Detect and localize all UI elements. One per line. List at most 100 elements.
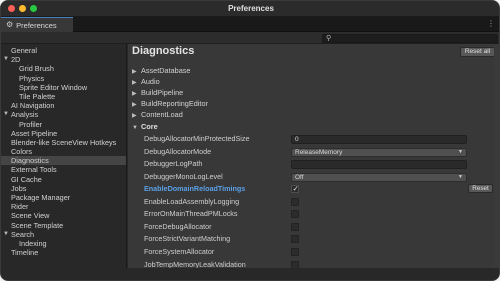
reset-setting-button[interactable]: Reset [468,184,493,194]
tab-preferences[interactable]: ⚙ Preferences [1,17,73,32]
dropdown[interactable]: ReleaseMemory ▼ [291,147,467,157]
sidebar-item-label: Blender-like SceneView Hotkeys [11,137,117,147]
chevron-down-icon[interactable]: ▼ [3,110,9,119]
sidebar-item-label: Scene Template [11,220,64,230]
setting-row: DebuggerMonoLogLevel Off ▼ [128,171,499,184]
settings-group[interactable]: ▶ ContentLoad [132,109,183,120]
sidebar-item-label: External Tools [11,165,57,175]
sidebar-item[interactable]: ▼ Analysis [1,110,126,119]
more-vertical-icon[interactable]: ⋮ [487,20,495,28]
sidebar-item-label: Timeline [11,248,39,258]
setting-label: ForceSystemAllocator [144,246,215,256]
page-title: Diagnostics [132,45,195,57]
sidebar-item-label: Rider [11,202,29,212]
settings-group[interactable]: ▶ BuildPipeline [132,87,183,98]
sidebar-item-label: Asset Pipeline [11,128,58,138]
checkbox[interactable] [291,222,299,231]
sidebar-item[interactable]: Grid Brush [1,64,126,73]
sidebar-item[interactable]: Blender-like SceneView Hotkeys [1,138,126,147]
vertical-scrollbar[interactable] [494,44,499,268]
setting-row: DebugAllocatorMinProtectedSize 0 [128,133,499,146]
checkbox[interactable] [291,260,299,268]
settings-panel: Diagnostics Reset all ▶ AssetDatabase ▶ Aud… [128,44,499,269]
sidebar-item[interactable]: Scene Template [1,221,126,230]
sidebar-item[interactable]: Physics [1,74,126,83]
setting-label: JobTempMemoryLeakValidation [144,259,246,269]
sidebar-item[interactable]: Tile Palette [1,92,126,101]
sidebar-item[interactable]: Rider [1,202,126,211]
setting-label: DebugAllocatorMode [144,146,212,156]
tab-bar: ⚙ Preferences ⋮ [1,17,499,32]
tab-label: Preferences [16,20,57,30]
setting-label: ForceStrictVariantMatching [144,234,231,244]
settings-group[interactable]: ▼ Core [132,121,158,132]
sidebar-item-label: GI Cache [11,174,42,184]
sidebar-item[interactable]: Profiler [1,120,126,129]
sidebar-item[interactable]: Sprite Editor Window [1,83,126,92]
sidebar-item-label: 2D [11,55,21,65]
setting-label: ForceDebugAllocator [144,221,212,231]
search-row: ⚲ [1,32,499,44]
sidebar-item-label: Diagnostics [11,156,49,166]
chevron-down-icon[interactable]: ▼ [3,55,9,64]
text-field[interactable] [291,160,467,170]
setting-row: DebugAllocatorMode ReleaseMemory ▼ [128,146,499,159]
dropdown-value: Off [295,173,304,181]
reset-all-button[interactable]: Reset all [460,47,495,57]
gear-icon: ⚙ [6,20,14,29]
sidebar-item-label: Package Manager [11,193,71,202]
sidebar-item-label: Colors [11,147,33,157]
title-bar[interactable]: Preferences [1,1,499,17]
setting-row: EnableLoadAssemblyLogging [128,196,499,209]
group-label: AssetDatabase [141,66,191,75]
sidebar-item[interactable]: ▼ 2D [1,55,126,64]
setting-label: DebugAllocatorMinProtectedSize [144,134,250,143]
sidebar-item-label: AI Navigation [11,101,55,111]
preferences-window: Preferences ⚙ Preferences ⋮ ⚲ General ▼ 2D… [0,0,500,281]
sidebar-item-label: Scene View [11,211,50,221]
setting-label: DebuggerMonoLogLevel [144,171,223,181]
preferences-sidebar: General ▼ 2D Grid Brush Physics Sprite Editor… [1,44,127,268]
sidebar-item[interactable]: AI Navigation [1,101,126,110]
sidebar-item[interactable]: General [1,46,126,55]
sidebar-item[interactable]: Indexing [1,239,126,248]
group-label: Audio [141,77,160,86]
chevron-down-icon[interactable]: ▼ [3,230,9,239]
search-box[interactable]: ⚲ [322,34,498,43]
setting-row: ErrorOnMainThreadPMLocks [128,208,499,221]
setting-row: EnableDomainReloadTimings Reset [128,183,499,196]
sidebar-item-label: Jobs [11,183,27,193]
group-label: ContentLoad [141,110,183,119]
sidebar-item-label: General [11,46,37,55]
sidebar-item[interactable]: GI Cache [1,175,126,184]
minimize-window-button[interactable] [19,5,26,12]
text-field[interactable]: 0 [291,135,467,144]
sidebar-item[interactable]: Package Manager [1,193,126,202]
checkbox[interactable] [291,210,299,219]
sidebar-item[interactable]: External Tools [1,165,126,174]
setting-row: ForceStrictVariantMatching [128,233,499,246]
setting-label: EnableDomainReloadTimings [144,184,246,194]
settings-group[interactable]: ▶ Audio [132,76,160,87]
window-footer [1,268,499,280]
checkbox[interactable] [291,235,299,244]
dropdown[interactable]: Off ▼ [291,172,467,182]
sidebar-item-label: Physics [19,73,45,83]
search-input[interactable] [335,35,495,42]
checkbox[interactable] [291,247,299,256]
sidebar-item[interactable]: ▼ Search [1,230,126,239]
sidebar-item[interactable]: Jobs [1,184,126,193]
sidebar-item[interactable]: Asset Pipeline [1,129,126,138]
zoom-window-button[interactable] [30,5,37,12]
sidebar-item[interactable]: Timeline [1,248,126,257]
sidebar-item-label: Grid Brush [19,64,54,74]
sidebar-item[interactable]: Colors [1,147,126,156]
sidebar-item[interactable]: Scene View [1,211,126,220]
checkbox[interactable] [291,197,299,206]
settings-group[interactable]: ▶ BuildReportingEditor [132,98,208,109]
checkbox[interactable] [291,184,299,194]
settings-group[interactable]: ▶ AssetDatabase [132,65,191,76]
setting-row: ForceSystemAllocator [128,246,499,259]
close-window-button[interactable] [8,5,15,12]
sidebar-item[interactable]: Diagnostics [1,156,126,166]
